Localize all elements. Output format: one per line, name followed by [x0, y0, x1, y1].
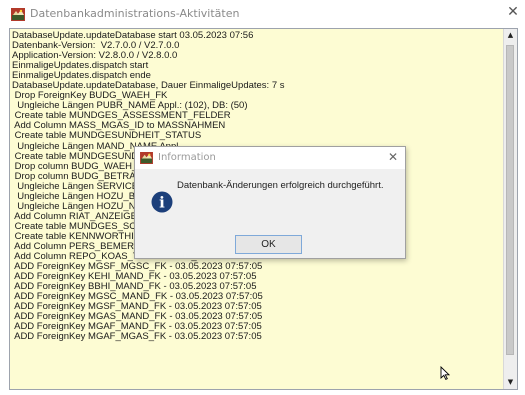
dialog-message: Datenbank-Änderungen erfolgreich durchge… [177, 180, 384, 191]
window-titlebar[interactable]: Datenbankadministrations-Aktivitäten ✕ [0, 0, 525, 28]
log-line: DatabaseUpdate.updateDatabase start 03.0… [12, 31, 254, 41]
main-window: Datenbankadministrations-Aktivitäten ✕ D… [0, 0, 525, 395]
log-line: ADD ForeignKey MGSF_MGSC_FK - 03.05.2023… [12, 262, 263, 273]
log-line: EinmaligeUpdates.dispatch ende [12, 71, 151, 82]
log-line: ADD ForeignKey MGAF_MAND_FK - 03.05.2023… [12, 322, 262, 333]
log-line: Create table MUNDGESUNDHEIT_STATUS [12, 131, 202, 142]
log-line: Ungleiche Längen PUBR_NAME Appl.: (102),… [12, 101, 248, 112]
dialog-title: Information [158, 152, 216, 163]
information-dialog: Information ✕ i Datenbank-Änderungen erf… [134, 146, 406, 259]
log-line: ADD ForeignKey MGSC_MAND_FK - 03.05.2023… [12, 292, 263, 303]
log-line: Datenbank-Version: V2.7.0.0 / V2.7.0.0 [12, 41, 180, 52]
log-line: Create table MUNDGES_ASSESSMENT_FELDER [12, 111, 231, 122]
log-line: Add Column MASS_MGAS_ID to MASSNAHMEN [12, 121, 226, 132]
dialog-close-icon[interactable]: ✕ [386, 150, 400, 164]
ok-button[interactable]: OK [235, 235, 302, 254]
log-line: DatabaseUpdate.updateDatabase, Dauer Ein… [12, 81, 285, 92]
log-line: ADD ForeignKey MGSF_MAND_FK - 03.05.2023… [12, 302, 262, 313]
log-line: EinmaligeUpdates.dispatch start [12, 61, 149, 72]
window-title: Datenbankadministrations-Aktivitäten [30, 7, 240, 20]
log-line: ADD ForeignKey MGAF_MGAS_FK - 03.05.2023… [12, 332, 262, 343]
log-line: Drop ForeignKey BUDG_WAEH_FK [12, 91, 168, 102]
info-icon: i [151, 191, 173, 213]
log-line: Application-Version: V2.8.0.0 / V2.8.0.0 [12, 51, 178, 62]
log-line: ADD ForeignKey BBHI_MAND_FK - 03.05.2023… [12, 282, 257, 293]
scroll-down-arrow-icon[interactable]: ▼ [504, 376, 517, 389]
app-logo-icon [11, 8, 25, 21]
vertical-scrollbar[interactable]: ▲ ▼ [503, 29, 517, 389]
mouse-pointer-icon [440, 366, 450, 380]
dialog-app-logo-icon [140, 152, 153, 164]
window-close-icon[interactable]: ✕ [506, 5, 520, 19]
log-line: ADD ForeignKey MGAS_MAND_FK - 03.05.2023… [12, 312, 263, 323]
info-icon-glyph: i [159, 194, 165, 212]
scroll-up-arrow-icon[interactable]: ▲ [504, 29, 517, 42]
dialog-titlebar[interactable]: Information ✕ [135, 147, 405, 169]
scrollbar-thumb[interactable] [506, 45, 514, 355]
log-line: ADD ForeignKey KEHI_MAND_FK - 03.05.2023… [12, 272, 257, 283]
